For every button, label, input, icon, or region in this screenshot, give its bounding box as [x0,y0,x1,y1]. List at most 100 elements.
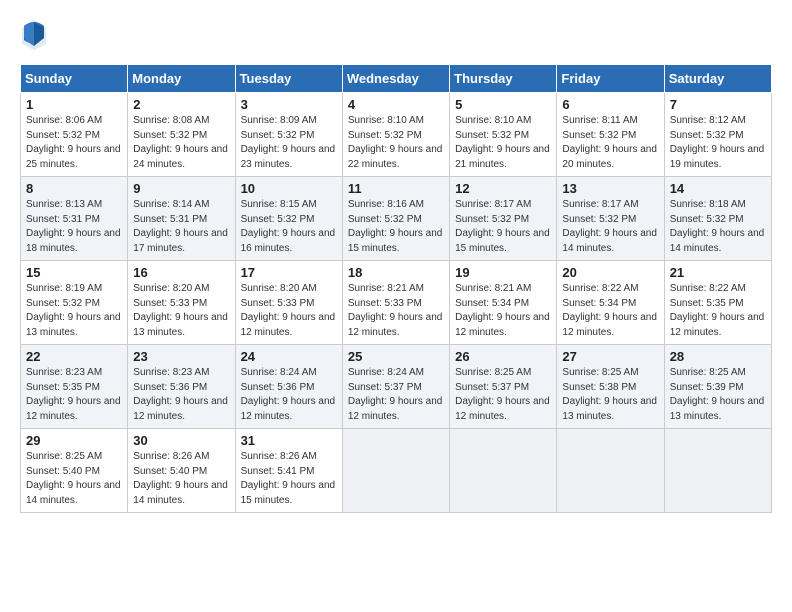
logo [20,18,52,52]
calendar-week-row: 8 Sunrise: 8:13 AMSunset: 5:31 PMDaylight… [21,177,772,261]
calendar-header-friday: Friday [557,65,664,93]
calendar-cell [450,429,557,513]
day-info: Sunrise: 8:19 AMSunset: 5:32 PMDaylight:… [26,282,122,340]
header [20,18,772,52]
day-number: 9 [133,181,229,196]
day-number: 15 [26,265,122,280]
calendar-cell: 9 Sunrise: 8:14 AMSunset: 5:31 PMDaylight… [128,177,235,261]
calendar-cell: 20 Sunrise: 8:22 AMSunset: 5:34 PMDayligh… [557,261,664,345]
calendar-cell: 19 Sunrise: 8:21 AMSunset: 5:34 PMDayligh… [450,261,557,345]
calendar-header-saturday: Saturday [664,65,771,93]
calendar-cell: 6 Sunrise: 8:11 AMSunset: 5:32 PMDaylight… [557,93,664,177]
calendar-cell: 12 Sunrise: 8:17 AMSunset: 5:32 PMDayligh… [450,177,557,261]
calendar-cell: 17 Sunrise: 8:20 AMSunset: 5:33 PMDayligh… [235,261,342,345]
calendar-cell: 22 Sunrise: 8:23 AMSunset: 5:35 PMDayligh… [21,345,128,429]
calendar-cell: 14Sunrise: 8:18 AMSunset: 5:32 PMDayligh… [664,177,771,261]
day-info: Sunrise: 8:12 AMSunset: 5:32 PMDaylight:… [670,114,766,172]
day-info: Sunrise: 8:23 AMSunset: 5:35 PMDaylight:… [26,366,122,424]
day-info: Sunrise: 8:25 AMSunset: 5:37 PMDaylight:… [455,366,551,424]
day-number: 6 [562,97,658,112]
day-number: 21 [670,265,766,280]
calendar-cell: 27 Sunrise: 8:25 AMSunset: 5:38 PMDayligh… [557,345,664,429]
calendar-header-tuesday: Tuesday [235,65,342,93]
day-number: 1 [26,97,122,112]
day-info: Sunrise: 8:22 AMSunset: 5:34 PMDaylight:… [562,282,658,340]
day-info: Sunrise: 8:17 AMSunset: 5:32 PMDaylight:… [455,198,551,256]
calendar-cell: 11 Sunrise: 8:16 AMSunset: 5:32 PMDayligh… [342,177,449,261]
day-info: Sunrise: 8:26 AMSunset: 5:41 PMDaylight:… [241,450,337,508]
calendar-cell: 2 Sunrise: 8:08 AMSunset: 5:32 PMDaylight… [128,93,235,177]
calendar-cell: 1 Sunrise: 8:06 AMSunset: 5:32 PMDaylight… [21,93,128,177]
calendar-header-wednesday: Wednesday [342,65,449,93]
day-number: 30 [133,433,229,448]
calendar-table: SundayMondayTuesdayWednesdayThursdayFrid… [20,64,772,513]
calendar-cell [664,429,771,513]
page: SundayMondayTuesdayWednesdayThursdayFrid… [0,0,792,612]
day-number: 13 [562,181,658,196]
day-number: 18 [348,265,444,280]
calendar-cell: 10Sunrise: 8:15 AMSunset: 5:32 PMDayligh… [235,177,342,261]
calendar-header-thursday: Thursday [450,65,557,93]
day-info: Sunrise: 8:24 AMSunset: 5:36 PMDaylight:… [241,366,337,424]
day-info: Sunrise: 8:17 AMSunset: 5:32 PMDaylight:… [562,198,658,256]
day-number: 25 [348,349,444,364]
day-info: Sunrise: 8:08 AMSunset: 5:32 PMDaylight:… [133,114,229,172]
day-number: 20 [562,265,658,280]
day-number: 12 [455,181,551,196]
day-number: 2 [133,97,229,112]
day-number: 14 [670,181,766,196]
day-info: Sunrise: 8:25 AMSunset: 5:38 PMDaylight:… [562,366,658,424]
day-info: Sunrise: 8:09 AMSunset: 5:32 PMDaylight:… [241,114,337,172]
calendar-cell: 5Sunrise: 8:10 AMSunset: 5:32 PMDaylight… [450,93,557,177]
calendar-cell: 31 Sunrise: 8:26 AMSunset: 5:41 PMDayligh… [235,429,342,513]
day-number: 17 [241,265,337,280]
day-number: 28 [670,349,766,364]
day-info: Sunrise: 8:20 AMSunset: 5:33 PMDaylight:… [241,282,337,340]
calendar-cell: 4Sunrise: 8:10 AMSunset: 5:32 PMDaylight… [342,93,449,177]
calendar-cell: 23 Sunrise: 8:23 AMSunset: 5:36 PMDayligh… [128,345,235,429]
calendar-cell: 29Sunrise: 8:25 AMSunset: 5:40 PMDayligh… [21,429,128,513]
day-info: Sunrise: 8:21 AMSunset: 5:34 PMDaylight:… [455,282,551,340]
day-info: Sunrise: 8:22 AMSunset: 5:35 PMDaylight:… [670,282,766,340]
day-info: Sunrise: 8:10 AMSunset: 5:32 PMDaylight:… [348,114,444,172]
calendar-header-row: SundayMondayTuesdayWednesdayThursdayFrid… [21,65,772,93]
calendar-cell: 8 Sunrise: 8:13 AMSunset: 5:31 PMDaylight… [21,177,128,261]
day-number: 24 [241,349,337,364]
day-info: Sunrise: 8:21 AMSunset: 5:33 PMDaylight:… [348,282,444,340]
calendar-cell: 28Sunrise: 8:25 AMSunset: 5:39 PMDayligh… [664,345,771,429]
day-number: 27 [562,349,658,364]
day-number: 23 [133,349,229,364]
calendar-cell: 3 Sunrise: 8:09 AMSunset: 5:32 PMDaylight… [235,93,342,177]
calendar-week-row: 1 Sunrise: 8:06 AMSunset: 5:32 PMDaylight… [21,93,772,177]
day-number: 16 [133,265,229,280]
day-info: Sunrise: 8:16 AMSunset: 5:32 PMDaylight:… [348,198,444,256]
day-info: Sunrise: 8:20 AMSunset: 5:33 PMDaylight:… [133,282,229,340]
calendar-header-monday: Monday [128,65,235,93]
calendar-cell: 30 Sunrise: 8:26 AMSunset: 5:40 PMDayligh… [128,429,235,513]
day-info: Sunrise: 8:10 AMSunset: 5:32 PMDaylight:… [455,114,551,172]
day-number: 31 [241,433,337,448]
calendar-week-row: 29Sunrise: 8:25 AMSunset: 5:40 PMDayligh… [21,429,772,513]
calendar-cell: 26Sunrise: 8:25 AMSunset: 5:37 PMDayligh… [450,345,557,429]
day-number: 22 [26,349,122,364]
day-info: Sunrise: 8:26 AMSunset: 5:40 PMDaylight:… [133,450,229,508]
day-number: 10 [241,181,337,196]
logo-icon [20,18,48,52]
day-number: 11 [348,181,444,196]
day-info: Sunrise: 8:13 AMSunset: 5:31 PMDaylight:… [26,198,122,256]
day-info: Sunrise: 8:23 AMSunset: 5:36 PMDaylight:… [133,366,229,424]
day-info: Sunrise: 8:06 AMSunset: 5:32 PMDaylight:… [26,114,122,172]
day-info: Sunrise: 8:25 AMSunset: 5:40 PMDaylight:… [26,450,122,508]
calendar-cell: 18 Sunrise: 8:21 AMSunset: 5:33 PMDayligh… [342,261,449,345]
calendar-cell: 21 Sunrise: 8:22 AMSunset: 5:35 PMDayligh… [664,261,771,345]
day-number: 19 [455,265,551,280]
calendar-week-row: 22 Sunrise: 8:23 AMSunset: 5:35 PMDayligh… [21,345,772,429]
day-number: 8 [26,181,122,196]
day-info: Sunrise: 8:24 AMSunset: 5:37 PMDaylight:… [348,366,444,424]
calendar-cell: 7Sunrise: 8:12 AMSunset: 5:32 PMDaylight… [664,93,771,177]
calendar-header-sunday: Sunday [21,65,128,93]
day-info: Sunrise: 8:11 AMSunset: 5:32 PMDaylight:… [562,114,658,172]
day-info: Sunrise: 8:14 AMSunset: 5:31 PMDaylight:… [133,198,229,256]
calendar-cell: 13 Sunrise: 8:17 AMSunset: 5:32 PMDayligh… [557,177,664,261]
day-number: 3 [241,97,337,112]
